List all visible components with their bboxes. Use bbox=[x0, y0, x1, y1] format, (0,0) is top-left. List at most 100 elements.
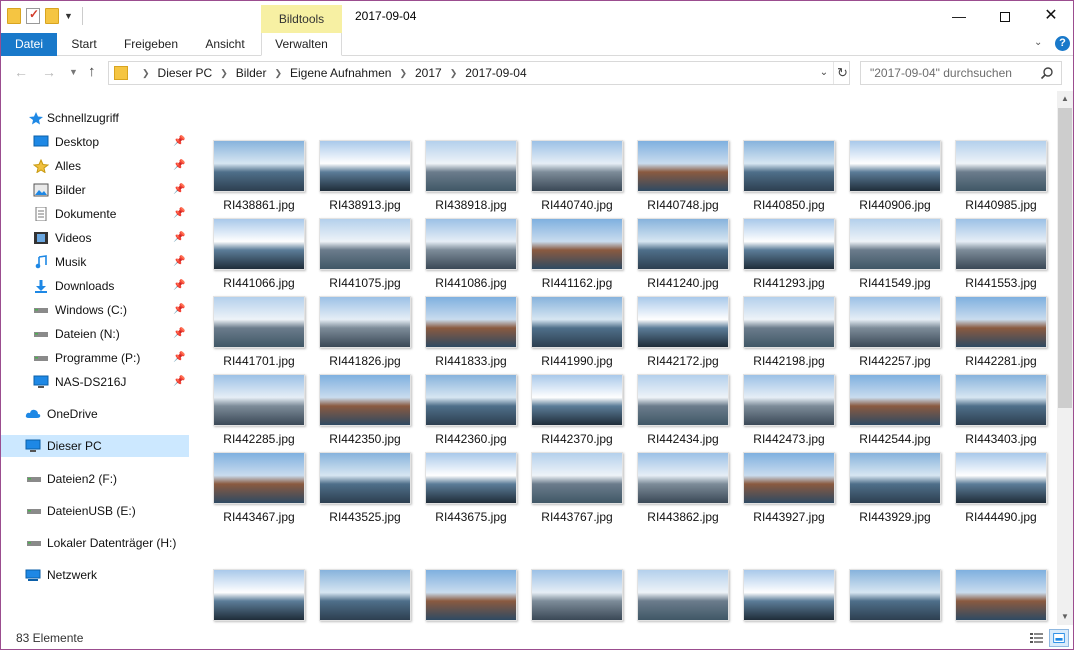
sidebar-item-downloads[interactable]: Downloads 📌 bbox=[1, 275, 189, 297]
file-thumbnail[interactable] bbox=[319, 569, 411, 621]
recent-locations-chevron-icon[interactable]: ▼ bbox=[69, 67, 78, 77]
file-thumbnail[interactable]: RI441066.jpg bbox=[213, 218, 305, 290]
scrollbar-thumb[interactable] bbox=[1058, 108, 1072, 408]
file-thumbnail[interactable]: RI441990.jpg bbox=[531, 296, 623, 368]
refresh-icon[interactable]: ↻ bbox=[833, 62, 851, 84]
help-icon[interactable]: ? bbox=[1055, 36, 1070, 51]
close-button[interactable]: ✕ bbox=[1028, 1, 1073, 33]
file-thumbnail[interactable]: RI441240.jpg bbox=[637, 218, 729, 290]
file-thumbnail[interactable]: RI443927.jpg bbox=[743, 452, 835, 524]
file-thumbnail[interactable]: RI440748.jpg bbox=[637, 140, 729, 212]
search-input[interactable] bbox=[861, 62, 1036, 84]
file-thumbnail[interactable]: RI442198.jpg bbox=[743, 296, 835, 368]
pin-icon[interactable]: 📌 bbox=[173, 131, 185, 153]
file-thumbnail[interactable]: RI442285.jpg bbox=[213, 374, 305, 446]
folder-icon[interactable] bbox=[7, 8, 21, 24]
file-thumbnail[interactable]: RI440985.jpg bbox=[955, 140, 1047, 212]
file-thumbnail[interactable]: RI441826.jpg bbox=[319, 296, 411, 368]
file-thumbnail[interactable]: RI442360.jpg bbox=[425, 374, 517, 446]
file-thumbnail[interactable]: RI443525.jpg bbox=[319, 452, 411, 524]
sidebar-item-dokumente[interactable]: Dokumente 📌 bbox=[1, 203, 189, 225]
file-thumbnail[interactable]: RI442473.jpg bbox=[743, 374, 835, 446]
file-thumbnail[interactable] bbox=[955, 569, 1047, 621]
breadcrumb-item[interactable]: Eigene Aufnahmen bbox=[290, 62, 391, 84]
pin-icon[interactable]: 📌 bbox=[173, 155, 185, 177]
nav-item-drive[interactable]: Dateien2 (F:) bbox=[1, 468, 189, 490]
sidebar-item-nas-ds216j[interactable]: NAS-DS216J 📌 bbox=[1, 371, 189, 393]
sidebar-item-musik[interactable]: Musik 📌 bbox=[1, 251, 189, 273]
file-thumbnail[interactable] bbox=[425, 569, 517, 621]
file-thumbnail[interactable]: RI443929.jpg bbox=[849, 452, 941, 524]
file-thumbnail[interactable]: RI438913.jpg bbox=[319, 140, 411, 212]
file-thumbnail[interactable] bbox=[849, 569, 941, 621]
file-thumbnail[interactable]: RI443862.jpg bbox=[637, 452, 729, 524]
pin-icon[interactable]: 📌 bbox=[173, 347, 185, 369]
breadcrumb-separator-icon[interactable]: ❯ bbox=[220, 62, 228, 84]
file-thumbnail[interactable]: RI442434.jpg bbox=[637, 374, 729, 446]
file-thumbnail[interactable]: RI438861.jpg bbox=[213, 140, 305, 212]
file-thumbnail[interactable]: RI443467.jpg bbox=[213, 452, 305, 524]
file-thumbnail[interactable] bbox=[743, 569, 835, 621]
file-thumbnail[interactable]: RI440740.jpg bbox=[531, 140, 623, 212]
back-arrow-icon[interactable]: ← bbox=[14, 64, 28, 80]
file-thumbnail[interactable]: RI440906.jpg bbox=[849, 140, 941, 212]
up-arrow-icon[interactable]: ↑ bbox=[88, 63, 96, 80]
properties-icon[interactable] bbox=[26, 7, 40, 24]
search-icon[interactable] bbox=[1040, 66, 1054, 80]
breadcrumb-item[interactable]: 2017-09-04 bbox=[465, 62, 526, 84]
customize-toolbar-chevron-icon[interactable]: ▼ bbox=[64, 11, 73, 21]
pin-icon[interactable]: 📌 bbox=[173, 227, 185, 249]
scroll-down-icon[interactable]: ▼ bbox=[1057, 609, 1073, 625]
minimize-button[interactable]: — bbox=[936, 1, 982, 33]
sidebar-item-windows-c[interactable]: Windows (C:) 📌 bbox=[1, 299, 189, 321]
file-thumbnail[interactable] bbox=[213, 569, 305, 621]
sidebar-item-programme-p[interactable]: Programme (P:) 📌 bbox=[1, 347, 189, 369]
file-thumbnail[interactable]: RI441701.jpg bbox=[213, 296, 305, 368]
pin-icon[interactable]: 📌 bbox=[173, 251, 185, 273]
nav-item-netzwerk[interactable]: Netzwerk bbox=[1, 564, 189, 586]
file-thumbnail[interactable]: RI441553.jpg bbox=[955, 218, 1047, 290]
file-thumbnail[interactable]: RI443675.jpg bbox=[425, 452, 517, 524]
file-thumbnail[interactable]: RI442350.jpg bbox=[319, 374, 411, 446]
details-view-icon[interactable] bbox=[1028, 630, 1045, 646]
pin-icon[interactable]: 📌 bbox=[173, 203, 185, 225]
sidebar-item-alles[interactable]: Alles 📌 bbox=[1, 155, 189, 177]
nav-item-drive[interactable]: Lokaler Datenträger (H:) bbox=[1, 532, 189, 554]
file-thumbnail[interactable]: RI441075.jpg bbox=[319, 218, 411, 290]
breadcrumb-item[interactable]: Bilder bbox=[236, 62, 267, 84]
file-thumbnail[interactable]: RI442257.jpg bbox=[849, 296, 941, 368]
file-thumbnail[interactable]: RI441293.jpg bbox=[743, 218, 835, 290]
file-thumbnail[interactable] bbox=[637, 569, 729, 621]
pin-icon[interactable]: 📌 bbox=[173, 275, 185, 297]
file-thumbnail[interactable]: RI443403.jpg bbox=[955, 374, 1047, 446]
file-thumbnail[interactable]: RI438918.jpg bbox=[425, 140, 517, 212]
file-thumbnail[interactable]: RI442281.jpg bbox=[955, 296, 1047, 368]
breadcrumb-separator-icon[interactable]: ❯ bbox=[274, 62, 282, 84]
address-bar[interactable]: ❯ Dieser PC ❯ Bilder ❯ Eigene Aufnahmen … bbox=[108, 61, 850, 85]
file-thumbnail[interactable]: RI442172.jpg bbox=[637, 296, 729, 368]
address-dropdown-icon[interactable]: ⌄ bbox=[815, 62, 833, 84]
file-thumbnail[interactable] bbox=[531, 569, 623, 621]
sidebar-item-videos[interactable]: Videos 📌 bbox=[1, 227, 189, 249]
file-thumbnail[interactable]: RI444490.jpg bbox=[955, 452, 1047, 524]
scroll-up-icon[interactable]: ▲ bbox=[1057, 91, 1073, 107]
pin-icon[interactable]: 📌 bbox=[173, 323, 185, 345]
vertical-scrollbar[interactable]: ▲ ▼ bbox=[1057, 91, 1073, 625]
new-folder-icon[interactable] bbox=[45, 8, 59, 24]
breadcrumb-separator-icon[interactable]: ❯ bbox=[399, 62, 407, 84]
sidebar-item-bilder[interactable]: Bilder 📌 bbox=[1, 179, 189, 201]
nav-item-schnellzugriff[interactable]: Schnellzugriff bbox=[1, 107, 189, 129]
file-thumbnail[interactable]: RI440850.jpg bbox=[743, 140, 835, 212]
tab-start[interactable]: Start bbox=[58, 33, 110, 56]
breadcrumb-item[interactable]: Dieser PC bbox=[158, 62, 213, 84]
nav-item-drive[interactable]: DateienUSB (E:) bbox=[1, 500, 189, 522]
large-icons-view-icon[interactable] bbox=[1049, 629, 1069, 647]
file-thumbnail[interactable]: RI442544.jpg bbox=[849, 374, 941, 446]
tab-verwalten[interactable]: Verwalten bbox=[261, 33, 342, 56]
nav-item-dieser-pc[interactable]: Dieser PC bbox=[1, 435, 189, 457]
file-thumbnail[interactable]: RI441162.jpg bbox=[531, 218, 623, 290]
sidebar-item-dateien-n[interactable]: Dateien (N:) 📌 bbox=[1, 323, 189, 345]
tab-ansicht[interactable]: Ansicht bbox=[193, 33, 257, 56]
file-thumbnail[interactable]: RI443767.jpg bbox=[531, 452, 623, 524]
file-thumbnail[interactable]: RI442370.jpg bbox=[531, 374, 623, 446]
